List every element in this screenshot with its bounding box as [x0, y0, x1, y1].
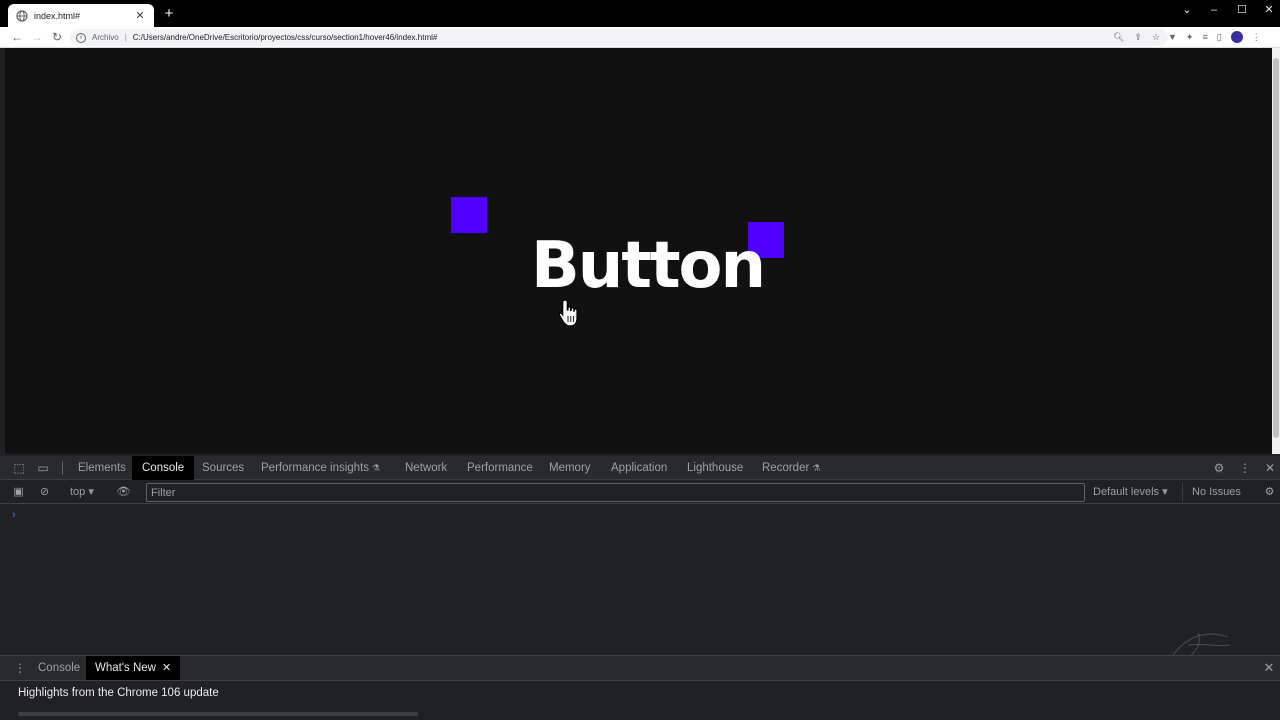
maximize-button[interactable]: ☐ — [1233, 3, 1251, 17]
address-url[interactable]: C:/Users/andre/OneDrive/Escritorio/proye… — [133, 33, 438, 42]
devtools-panel: ⬚ ▭ Elements Console Sources Performance… — [0, 454, 1280, 720]
new-tab-button[interactable]: + — [162, 6, 176, 22]
highlights-heading: Highlights from the Chrome 106 update — [18, 687, 219, 699]
forward-icon[interactable]: → — [29, 29, 45, 45]
tab-memory[interactable]: Memory — [539, 456, 601, 480]
console-filter-input[interactable] — [146, 483, 1085, 502]
tab-elements[interactable]: Elements — [68, 456, 136, 480]
address-prefix: Archivo — [92, 33, 119, 42]
tab-search-icon[interactable]: ⌄ — [1178, 3, 1196, 17]
tab-network[interactable]: Network — [395, 456, 457, 480]
drawer-tab-bar: ⋮ Console What's New ✕ ✕ — [0, 655, 1280, 681]
tab-title: index.html# — [34, 10, 81, 21]
levels-label: Default levels — [1093, 486, 1160, 498]
tab-application[interactable]: Application — [601, 456, 677, 480]
reload-icon[interactable]: ↻ — [49, 29, 65, 45]
side-panel-icon[interactable]: ▯ — [1217, 32, 1222, 43]
console-settings-gear-icon[interactable]: ⚙ — [1262, 485, 1277, 500]
inspect-element-icon[interactable]: ⬚ — [11, 460, 27, 476]
reading-list-icon[interactable]: ≡ — [1202, 32, 1207, 42]
console-prompt-chevron-icon[interactable]: › — [12, 509, 16, 521]
tab-performance-insights[interactable]: Performance insights ⚗ — [251, 456, 390, 480]
bookmark-star-icon[interactable]: ☆ — [1152, 32, 1160, 43]
chrome-menu-icon[interactable]: ⋮ — [1252, 32, 1261, 43]
address-separator: | — [124, 33, 127, 42]
address-bar[interactable]: i Archivo | C:/Users/andre/OneDrive/Escr… — [70, 29, 1168, 46]
flask-icon: ⚗ — [372, 463, 381, 473]
sidebar-toggle-icon[interactable]: ▣ — [11, 485, 26, 500]
minimize-button[interactable]: – — [1205, 3, 1223, 17]
share-icon[interactable]: ⇪ — [1134, 32, 1142, 43]
close-drawer-icon[interactable]: ✕ — [1262, 660, 1276, 676]
console-toolbar: ▣ ⊘ top ▾ 👁︎ Default levels ▾ No Issues … — [0, 481, 1280, 504]
drawer-menu-icon[interactable]: ⋮ — [14, 661, 26, 675]
context-value: top — [70, 486, 86, 498]
tab-strip: index.html# ✕ + ⌄ – ☐ ✕ — [0, 0, 1280, 27]
page-viewport: Button — [5, 48, 1272, 454]
issues-counter[interactable]: No Issues — [1182, 483, 1250, 502]
drawer-tab-console[interactable]: Console — [29, 656, 89, 680]
tab-console[interactable]: Console — [132, 456, 195, 480]
tab-close-icon[interactable]: ✕ — [134, 9, 146, 22]
devtools-tab-bar: ⬚ ▭ Elements Console Sources Performance… — [0, 456, 1280, 480]
filter-extension-icon[interactable]: ▼ — [1168, 32, 1177, 42]
profile-avatar[interactable] — [1230, 31, 1243, 43]
page-scrollbar[interactable] — [1272, 48, 1280, 454]
tab-label: Recorder — [762, 462, 810, 474]
clear-console-icon[interactable]: ⊘ — [37, 485, 52, 500]
tab-sources[interactable]: Sources — [192, 456, 254, 480]
tab-recorder[interactable]: Recorder ⚗ — [752, 456, 830, 480]
drawer-tab-label: What's New — [95, 662, 156, 674]
back-icon[interactable]: ← — [9, 29, 25, 45]
zoom-icon[interactable]: 🔍︎ — [1113, 32, 1124, 43]
tab-performance[interactable]: Performance — [457, 456, 543, 480]
more-options-icon[interactable]: ⋮ — [1237, 460, 1253, 476]
globe-icon — [16, 9, 28, 22]
drawer-scrollbar[interactable] — [18, 712, 418, 716]
browser-toolbar: ← → ↻ i Archivo | C:/Users/andre/OneDriv… — [0, 27, 1280, 48]
tab-lighthouse[interactable]: Lighthouse — [677, 456, 753, 480]
close-tab-icon[interactable]: ✕ — [162, 662, 171, 674]
live-expression-eye-icon[interactable]: 👁︎ — [116, 485, 131, 500]
close-window-button[interactable]: ✕ — [1260, 3, 1278, 17]
whats-new-content: Highlights from the Chrome 106 update — [0, 681, 1280, 720]
decorative-square-left — [451, 197, 487, 233]
context-selector[interactable]: top ▾ — [70, 485, 94, 498]
browser-tab[interactable]: index.html# ✕ — [8, 4, 154, 27]
log-levels-dropdown[interactable]: Default levels ▾ — [1093, 485, 1168, 498]
drawer-tab-whats-new[interactable]: What's New ✕ — [86, 656, 181, 680]
flask-icon: ⚗ — [812, 463, 821, 473]
device-toolbar-icon[interactable]: ▭ — [35, 460, 51, 476]
info-icon[interactable]: i — [76, 32, 86, 43]
console-output[interactable]: › — [0, 505, 1280, 662]
scrollbar-thumb[interactable] — [1273, 58, 1279, 438]
tab-label: Performance insights — [261, 462, 370, 474]
hover-button[interactable]: Button — [531, 228, 766, 304]
hand-cursor-icon — [558, 299, 578, 327]
settings-gear-icon[interactable]: ⚙ — [1211, 460, 1227, 476]
divider — [62, 461, 63, 475]
close-devtools-icon[interactable]: ✕ — [1262, 460, 1278, 476]
extensions-puzzle-icon[interactable]: ✦ — [1186, 32, 1194, 43]
